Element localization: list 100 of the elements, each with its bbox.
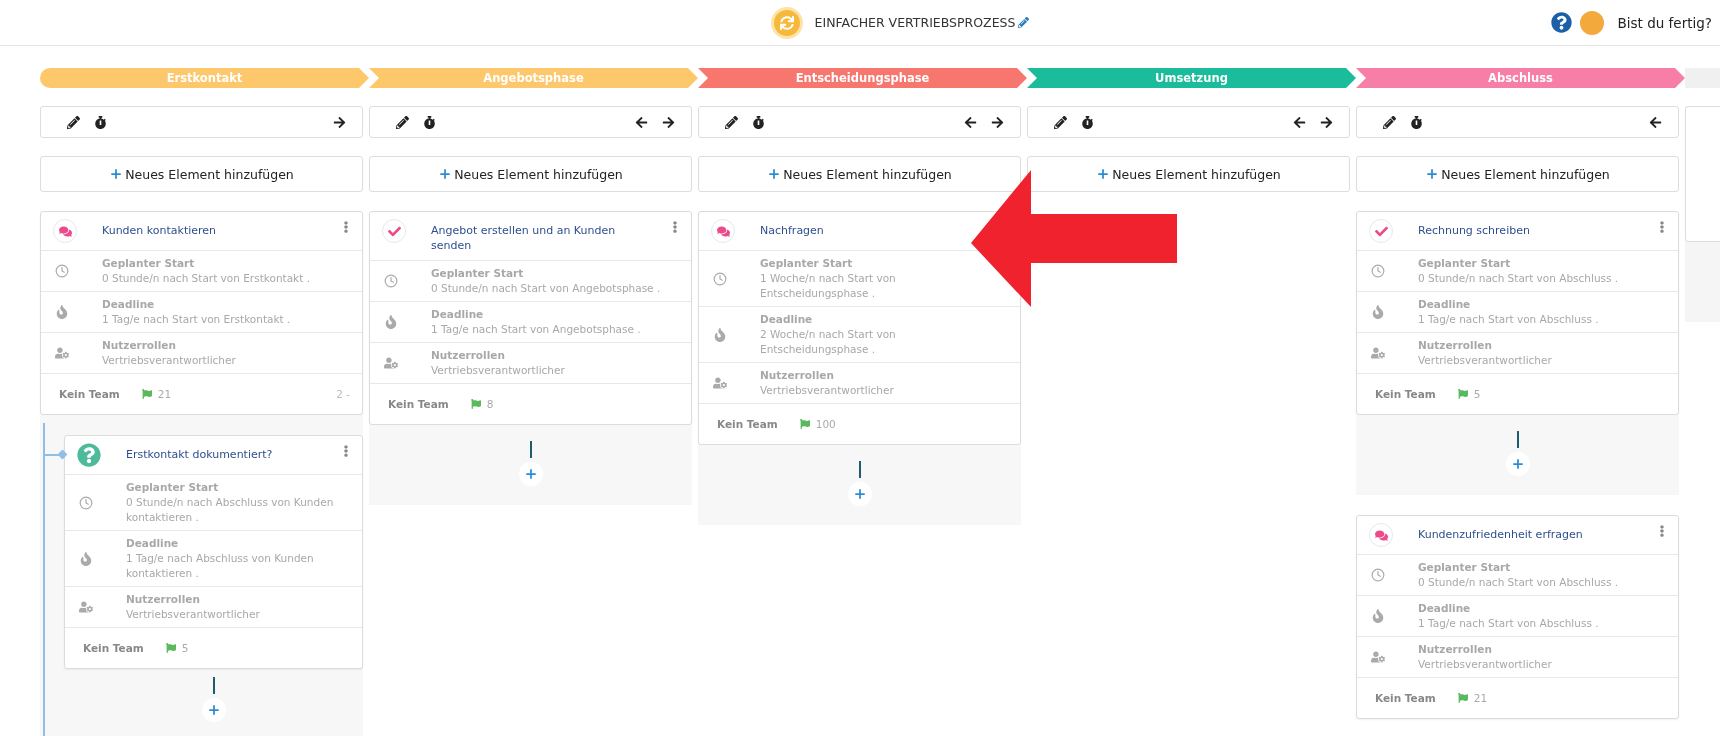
add-element-button[interactable]: Neues Element hinzufügen xyxy=(698,156,1021,192)
field-label: Geplanter Start xyxy=(431,266,525,281)
pencil-icon[interactable] xyxy=(725,115,738,129)
task-title[interactable]: Kunden kontaktieren xyxy=(102,219,217,238)
add-step-button[interactable] xyxy=(518,462,543,486)
field-value: Vertriebsverantwortlicher xyxy=(1418,657,1552,672)
field-value: Vertriebsverantwortlicher xyxy=(760,383,894,398)
user-gear-icon xyxy=(384,356,398,370)
field-value: 0 Stunde/n nach Start von Abschluss . xyxy=(1418,271,1619,286)
plus-icon xyxy=(523,467,538,481)
plus-icon xyxy=(1096,167,1111,181)
flag-icon xyxy=(1457,389,1468,399)
stopwatch-icon[interactable] xyxy=(1410,115,1423,129)
plus-icon xyxy=(438,167,453,181)
field-label: Nutzerrollen xyxy=(760,368,835,383)
flame-icon xyxy=(79,551,93,566)
team-label: Kein Team xyxy=(1375,692,1436,704)
field-value: Vertriebsverantwortlicher xyxy=(1418,353,1552,368)
flag-icon xyxy=(799,419,810,429)
field-label: Nutzerrollen xyxy=(102,338,177,353)
process-title: EINFACHER VERTRIEBSPROZESS xyxy=(814,15,1016,30)
add-element-button[interactable]: Neues Element hinzufügen xyxy=(1027,156,1350,192)
flag-count: 21 xyxy=(157,388,172,400)
field-value: 0 Stunde/n nach Start von Erstkontakt . xyxy=(102,271,310,286)
stopwatch-icon[interactable] xyxy=(94,115,107,129)
pencil-icon[interactable] xyxy=(396,115,409,129)
plus-icon xyxy=(852,487,867,501)
add-step-button[interactable] xyxy=(847,482,872,506)
pencil-icon[interactable] xyxy=(1383,115,1396,129)
clock-icon xyxy=(384,274,398,288)
task-title[interactable]: Rechnung schreiben xyxy=(1418,219,1530,238)
field-label: Geplanter Start xyxy=(1418,560,1512,575)
task-title[interactable]: Erstkontakt dokumentiert? xyxy=(126,443,273,462)
field-value: 0 Stunde/n nach Start von Angebotsphase . xyxy=(431,281,661,296)
process-logo xyxy=(770,6,803,39)
clock-icon xyxy=(1371,264,1385,278)
field-label: Nutzerrollen xyxy=(1418,642,1493,657)
team-label: Kein Team xyxy=(1375,388,1436,400)
field-value: 2 Woche/n nach Start von Entscheidungsphase . xyxy=(760,327,897,357)
field-label: Geplanter Start xyxy=(126,480,220,495)
clock-icon xyxy=(79,495,93,510)
add-step-button[interactable] xyxy=(201,698,226,722)
flag-icon xyxy=(1457,693,1468,703)
phase-step: Erstkontakt xyxy=(40,68,369,88)
field-label: Deadline xyxy=(1418,297,1472,312)
flag-count: 5 xyxy=(181,642,189,654)
plus-icon xyxy=(767,167,782,181)
field-value: Vertriebsverantwortlicher xyxy=(102,353,236,368)
plus-icon xyxy=(109,167,124,181)
arrow-left-icon[interactable] xyxy=(1293,115,1306,129)
footer-extra: 2 - xyxy=(336,388,350,400)
field-label: Geplanter Start xyxy=(102,256,196,271)
pencil-icon[interactable] xyxy=(67,115,80,129)
phase-step: Abschluss xyxy=(1356,68,1685,88)
arrow-left-icon[interactable] xyxy=(1649,115,1662,129)
flag-icon xyxy=(141,389,152,399)
field-value: 1 Tag/e nach Start von Angebotsphase . xyxy=(431,322,641,337)
add-step-button[interactable] xyxy=(1505,452,1530,476)
user-gear-icon xyxy=(1371,346,1385,360)
arrow-left-icon[interactable] xyxy=(964,115,977,129)
arrow-right-icon[interactable] xyxy=(662,115,675,129)
field-value: 1 Tag/e nach Start von Abschluss . xyxy=(1418,312,1599,327)
field-label: Deadline xyxy=(1418,601,1472,616)
field-label: Deadline xyxy=(102,297,156,312)
flame-icon xyxy=(1371,305,1385,319)
arrow-right-icon[interactable] xyxy=(333,115,346,129)
field-label: Geplanter Start xyxy=(1418,256,1512,271)
user-gear-icon xyxy=(713,376,727,390)
field-label: Deadline xyxy=(431,307,485,322)
clock-icon xyxy=(1371,568,1385,582)
question-icon xyxy=(77,443,101,467)
team-label: Kein Team xyxy=(717,418,778,430)
stopwatch-icon[interactable] xyxy=(1081,115,1094,129)
arrow-right-icon[interactable] xyxy=(1320,115,1333,129)
task-title[interactable]: Kundenzufriedenheit erfragen xyxy=(1418,523,1583,542)
field-label: Nutzerrollen xyxy=(431,348,506,363)
user-prompt[interactable]: Bist du fertig? xyxy=(1617,14,1712,31)
user-gear-icon xyxy=(79,600,93,614)
field-value: Vertriebsverantwortlicher xyxy=(431,363,565,378)
help-icon[interactable] xyxy=(1550,12,1572,33)
flag-count: 100 xyxy=(815,418,836,430)
field-label: Geplanter Start xyxy=(760,256,854,271)
add-element-button[interactable]: Neues Element hinzufügen xyxy=(1356,156,1679,192)
stopwatch-icon[interactable] xyxy=(423,115,436,129)
arrow-right-icon[interactable] xyxy=(991,115,1004,129)
stopwatch-icon[interactable] xyxy=(752,115,765,129)
field-value: 1 Tag/e nach Start von Abschluss . xyxy=(1418,616,1599,631)
flag-count: 5 xyxy=(1473,388,1481,400)
field-label: Nutzerrollen xyxy=(1418,338,1493,353)
plus-icon xyxy=(206,703,221,717)
pencil-icon[interactable] xyxy=(1054,115,1067,129)
task-title[interactable]: Nachfragen xyxy=(760,219,824,238)
task-title[interactable]: Angebot erstellen und an Kunden senden xyxy=(431,219,621,253)
field-value: 0 Stunde/n nach Abschluss von Kunden kontaktieren . xyxy=(126,495,335,525)
plus-icon xyxy=(1510,457,1525,471)
add-element-button[interactable]: Neues Element hinzufügen xyxy=(369,156,692,192)
field-label: Nutzerrollen xyxy=(126,592,201,607)
add-element-button[interactable]: Neues Element hinzufügen xyxy=(40,156,363,192)
arrow-left-icon[interactable] xyxy=(635,115,648,129)
team-label: Kein Team xyxy=(59,388,120,400)
